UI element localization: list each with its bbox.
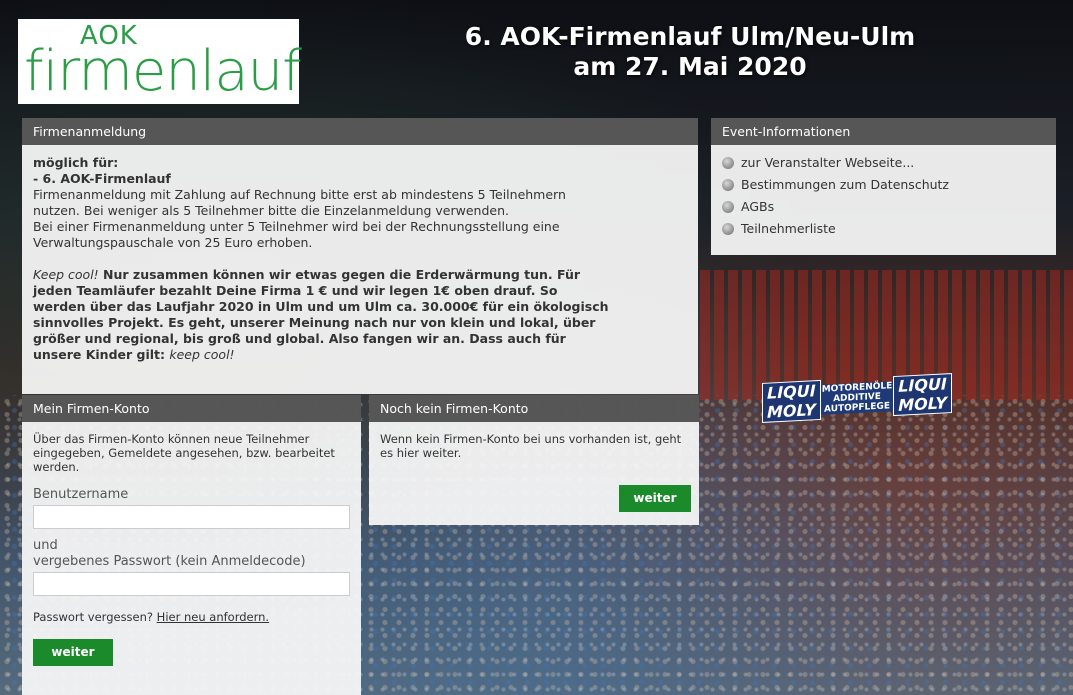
keep-cool-line: jeden Teamläufer bezahlt Deine Firma 1 €… <box>33 283 558 298</box>
no-account-heading: Noch kein Firmen-Konto <box>369 395 699 422</box>
and-label: und <box>33 538 58 553</box>
possible-for-label: möglich für: <box>33 155 119 170</box>
company-account-login-panel: Mein Firmen-Konto Über das Firmen-Konto … <box>22 395 361 695</box>
page-title: 6. AOK-Firmenlauf Ulm/Neu-Ulm am 27. Mai… <box>440 22 940 82</box>
event-link-label: Bestimmungen zum Datenschutz <box>741 177 949 192</box>
info-line: Firmenanmeldung mit Zahlung auf Rechnung… <box>33 187 566 202</box>
event-link-label: zur Veranstalter Webseite... <box>741 155 915 170</box>
password-label: vergebenes Passwort (kein Anmeldecode) <box>33 554 306 569</box>
event-info-panel: Event-Informationen zur Veranstalter Web… <box>711 118 1056 255</box>
event-info-list: zur Veranstalter Webseite... Bestimmunge… <box>711 145 1056 249</box>
sponsor-banner-middle: MOTORENÖLE ADDITIVE AUTOPFLEGE <box>821 381 893 415</box>
event-link-label: Teilnehmerliste <box>741 221 836 236</box>
page-title-line2: am 27. Mai 2020 <box>573 52 807 81</box>
keep-cool-start: Keep cool! <box>33 267 99 282</box>
firmenanmeldung-heading: Firmenanmeldung <box>22 118 698 145</box>
company-account-heading: Mein Firmen-Konto <box>22 395 361 422</box>
login-continue-button[interactable]: weiter <box>33 639 113 666</box>
keep-cool-text: unsere Kinder gilt: <box>33 347 170 362</box>
info-line: Verwaltungspauschale von 25 Euro erhoben… <box>33 235 313 250</box>
sponsor-banner-right: LIQUI MOLY <box>893 373 952 417</box>
username-input[interactable] <box>33 505 350 529</box>
sponsor-banner-left: LIQUI MOLY <box>762 379 821 423</box>
firmenanmeldung-body: möglich für: - 6. AOK-Firmenlauf Firmena… <box>22 145 698 371</box>
page-title-line1: 6. AOK-Firmenlauf Ulm/Neu-Ulm <box>464 22 916 51</box>
aok-firmenlauf-logo[interactable]: AOK firmenlauf <box>18 19 302 104</box>
keep-cool-text: Nur zusammen können wir etwas gegen die … <box>98 267 581 282</box>
bullet-icon <box>722 201 734 213</box>
info-line: Bei einer Firmenanmeldung unter 5 Teilne… <box>33 219 560 234</box>
no-account-description: Wenn kein Firmen-Konto bei uns vorhanden… <box>380 432 682 460</box>
bullet-icon <box>722 179 734 191</box>
forgot-password-link[interactable]: Hier neu anfordern. <box>157 610 269 624</box>
password-input[interactable] <box>33 572 350 596</box>
keep-cool-line: unsere Kinder gilt: keep cool! <box>33 347 687 363</box>
firmenanmeldung-panel: Firmenanmeldung möglich für: - 6. AOK-Fi… <box>22 118 698 394</box>
keep-cool-line: sinnvolles Projekt. Es geht, unserer Mei… <box>33 315 596 330</box>
forgot-password-text: Passwort vergessen? <box>33 610 157 624</box>
keep-cool-line: Keep cool! Nur zusammen können wir etwas… <box>33 267 687 283</box>
event-link-label: AGBs <box>741 199 775 214</box>
event-link-website[interactable]: zur Veranstalter Webseite... <box>722 153 1045 173</box>
company-account-description: Über das Firmen-Konto können neue Teilne… <box>33 432 335 474</box>
keep-cool-line: werden über das Laufjahr 2020 in Ulm und… <box>33 299 609 314</box>
register-continue-button[interactable]: weiter <box>619 485 691 512</box>
bullet-icon <box>722 223 734 235</box>
company-account-body: Über das Firmen-Konto können neue Teilne… <box>22 422 361 674</box>
no-account-body: Wenn kein Firmen-Konto bei uns vorhanden… <box>369 422 699 468</box>
event-name: - 6. AOK-Firmenlauf <box>33 171 171 186</box>
event-link-participants[interactable]: Teilnehmerliste <box>722 219 1045 239</box>
event-link-privacy[interactable]: Bestimmungen zum Datenschutz <box>722 175 1045 195</box>
keep-cool-line: größer und regional, bis groß und global… <box>33 331 566 346</box>
keep-cool-end: keep cool! <box>169 347 235 362</box>
logo-firmenlauf-text: firmenlauf <box>24 39 302 104</box>
no-account-panel: Noch kein Firmen-Konto Wenn kein Firmen-… <box>369 395 699 525</box>
username-label: Benutzername <box>33 487 129 502</box>
event-info-heading: Event-Informationen <box>711 118 1056 145</box>
sponsor-banner: LIQUI MOLY MOTORENÖLE ADDITIVE AUTOPFLEG… <box>762 373 952 423</box>
bullet-icon <box>722 157 734 169</box>
forgot-password-line: Passwort vergessen? Hier neu anfordern. <box>33 610 350 624</box>
info-line: nutzen. Bei weniger als 5 Teilnehmer bit… <box>33 203 509 218</box>
event-link-terms[interactable]: AGBs <box>722 197 1045 217</box>
